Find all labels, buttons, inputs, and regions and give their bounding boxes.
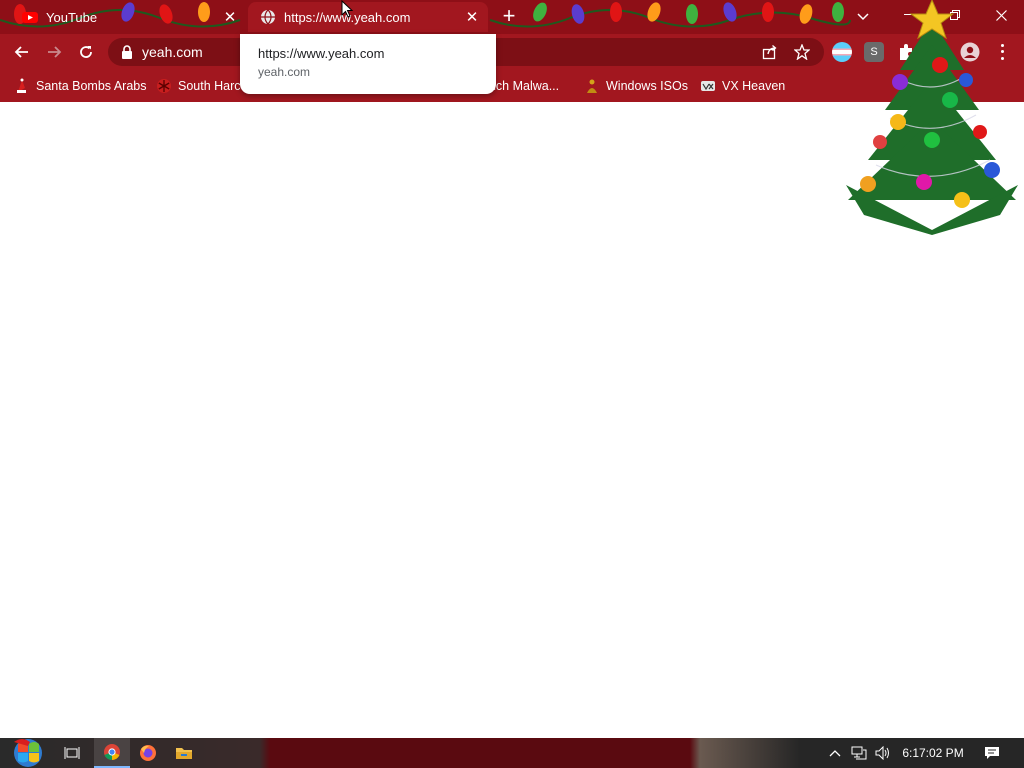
network-tray-button[interactable] bbox=[850, 738, 868, 768]
reload-icon bbox=[80, 46, 92, 58]
forward-button[interactable] bbox=[42, 40, 66, 64]
taskbar-file-explorer-button[interactable] bbox=[166, 738, 202, 768]
tab-yeah-com[interactable]: https://www.yeah.com ✕ bbox=[248, 2, 488, 32]
taskbar-chrome-button[interactable] bbox=[94, 738, 130, 768]
bookmark-santa-bombs-arabs[interactable]: Santa Bombs Arabs bbox=[14, 74, 146, 98]
windows-taskbar: 6:17:02 PM bbox=[0, 738, 1024, 768]
taskbar-clock[interactable]: 6:17:02 PM bbox=[896, 738, 970, 768]
bookmark-south-harc[interactable]: South Harc bbox=[156, 74, 241, 98]
youtube-icon bbox=[22, 12, 38, 23]
bookmark-label: VX Heaven bbox=[722, 79, 786, 93]
close-tab-icon[interactable]: ✕ bbox=[462, 7, 482, 27]
bookmark-label: Santa Bombs Arabs bbox=[36, 79, 147, 93]
task-view-icon bbox=[64, 747, 80, 759]
christmas-tree-decoration bbox=[846, 0, 1018, 235]
star-icon bbox=[794, 44, 810, 60]
start-button[interactable] bbox=[8, 738, 48, 768]
network-icon bbox=[851, 746, 867, 760]
taskbar-firefox-button[interactable] bbox=[130, 738, 166, 768]
bookmark-windows-isos[interactable]: Windows ISOs bbox=[584, 74, 688, 98]
desktop-screen: YouTube ✕ https://www.yeah.com ✕ + yeah.… bbox=[0, 0, 1024, 768]
new-tab-button[interactable]: + bbox=[498, 5, 520, 28]
snowflake-icon bbox=[157, 79, 171, 93]
reload-button[interactable] bbox=[74, 40, 98, 64]
firefox-icon bbox=[140, 745, 156, 761]
chrome-icon bbox=[104, 744, 120, 761]
globe-icon bbox=[261, 9, 275, 25]
bookmark-star-button[interactable] bbox=[792, 42, 812, 62]
address-bar-url: yeah.com bbox=[142, 44, 203, 60]
bookmark-label: South Harc bbox=[178, 79, 241, 93]
arrow-left-icon bbox=[14, 46, 28, 58]
vx-heaven-icon bbox=[701, 81, 715, 91]
tab-title: https://www.yeah.com bbox=[284, 9, 411, 25]
windows-logo-icon bbox=[14, 739, 42, 767]
bookmark-vx-heaven[interactable]: VX Heaven bbox=[700, 74, 785, 98]
notification-icon bbox=[985, 747, 999, 759]
mouse-cursor-icon bbox=[341, 0, 353, 18]
buddha-icon bbox=[587, 79, 597, 93]
chevron-up-icon bbox=[829, 750, 841, 757]
share-icon bbox=[762, 45, 777, 60]
bookmark-label: Windows ISOs bbox=[606, 79, 688, 93]
hover-card-url: https://www.yeah.com bbox=[258, 46, 385, 61]
volume-tray-button[interactable] bbox=[874, 738, 892, 768]
close-tab-icon[interactable]: ✕ bbox=[220, 7, 240, 27]
tab-hover-card: https://www.yeah.com yeah.com bbox=[240, 34, 496, 94]
action-center-button[interactable] bbox=[978, 738, 1006, 768]
tab-youtube[interactable]: YouTube ✕ bbox=[8, 2, 246, 32]
share-button[interactable] bbox=[760, 42, 780, 62]
hover-card-host: yeah.com bbox=[258, 65, 311, 79]
lock-icon[interactable] bbox=[120, 45, 134, 59]
tab-title: YouTube bbox=[46, 9, 98, 25]
show-hidden-icons-button[interactable] bbox=[826, 738, 844, 768]
santa-icon bbox=[17, 78, 26, 93]
task-view-button[interactable] bbox=[54, 738, 90, 768]
arrow-right-icon bbox=[48, 46, 62, 58]
volume-icon bbox=[875, 746, 889, 760]
folder-icon bbox=[176, 748, 192, 759]
back-button[interactable] bbox=[10, 40, 34, 64]
